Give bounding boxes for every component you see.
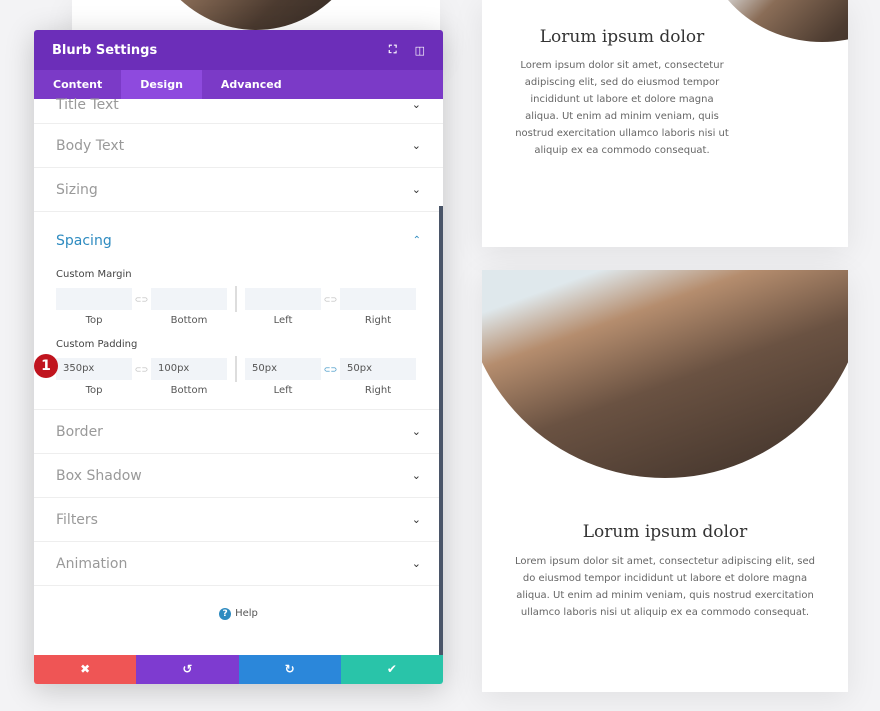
- padding-bottom-input[interactable]: 100px: [151, 358, 227, 380]
- section-filters[interactable]: Filters ⌄: [34, 498, 443, 542]
- section-sizing[interactable]: Sizing ⌄: [34, 168, 443, 212]
- caption: Left: [273, 315, 293, 326]
- margin-bottom-input[interactable]: [151, 288, 227, 310]
- section-box-shadow[interactable]: Box Shadow ⌄: [34, 454, 443, 498]
- blurb-card-bottom: Lorum ipsum dolor Lorem ipsum dolor sit …: [482, 270, 848, 692]
- section-label: Body Text: [56, 137, 125, 154]
- link-icon[interactable]: ⊂⊃: [132, 365, 151, 374]
- chevron-down-icon: ⌄: [411, 469, 421, 482]
- margin-left-input[interactable]: [245, 288, 321, 310]
- scrollbar[interactable]: [439, 206, 443, 656]
- caption: Bottom: [170, 315, 208, 326]
- sidebar-toggle-icon[interactable]: ◫: [415, 44, 425, 57]
- chevron-down-icon: ⌄: [411, 513, 421, 526]
- chevron-down-icon: ⌄: [411, 98, 421, 111]
- panel-title: Blurb Settings: [52, 42, 158, 58]
- tab-advanced[interactable]: Advanced: [202, 70, 301, 99]
- chevron-down-icon: ⌄: [411, 139, 421, 152]
- panel-footer: ✖ ↺ ↻ ✔: [34, 655, 443, 684]
- help-link[interactable]: ? Help: [34, 608, 443, 620]
- padding-left-input[interactable]: 50px: [245, 358, 321, 380]
- section-label: Sizing: [56, 181, 98, 198]
- cancel-button[interactable]: ✖: [34, 655, 137, 684]
- caption: Top: [85, 315, 103, 326]
- section-label: Animation: [56, 555, 128, 572]
- link-active-icon[interactable]: ⊂⊃: [321, 365, 340, 374]
- redo-button[interactable]: ↻: [238, 655, 341, 684]
- link-icon[interactable]: ⊂⊃: [132, 295, 151, 304]
- image-area: [482, 270, 848, 480]
- section-border[interactable]: Border ⌄: [34, 410, 443, 454]
- spacing-header[interactable]: Spacing ⌃: [56, 212, 421, 269]
- tab-design[interactable]: Design: [121, 70, 202, 99]
- blurb-title: Lorum ipsum dolor: [582, 522, 748, 542]
- divider: [235, 356, 237, 382]
- chevron-down-icon: ⌄: [411, 557, 421, 570]
- step-badge: 1: [34, 354, 58, 378]
- panel-header: Blurb Settings ⛶ ◫: [34, 30, 443, 70]
- blurb-body: Lorem ipsum dolor sit amet, consectetur …: [515, 556, 815, 618]
- fullscreen-icon[interactable]: ⛶: [389, 43, 397, 57]
- section-animation[interactable]: Animation ⌄: [34, 542, 443, 586]
- chevron-down-icon: ⌄: [411, 183, 421, 196]
- caption: Bottom: [170, 385, 208, 396]
- section-label: Filters: [56, 511, 98, 528]
- caption: Right: [364, 315, 392, 326]
- chevron-down-icon: ⌄: [411, 425, 421, 438]
- section-label: Spacing: [56, 232, 112, 249]
- help-label: Help: [235, 608, 258, 619]
- section-label: Title Text: [56, 96, 119, 113]
- undo-button[interactable]: ↺: [136, 655, 239, 684]
- blurb-card-top: Lorum ipsum dolor Lorem ipsum dolor sit …: [482, 0, 848, 247]
- caption: Right: [364, 385, 392, 396]
- tab-content[interactable]: Content: [34, 70, 121, 99]
- blurb-body: Lorem ipsum dolor sit amet, consectetur …: [515, 60, 729, 156]
- blurb-title: Lorum ipsum dolor: [539, 27, 705, 47]
- section-body-text[interactable]: Body Text ⌄: [34, 124, 443, 168]
- padding-right-input[interactable]: 50px: [340, 358, 416, 380]
- save-button[interactable]: ✔: [340, 655, 443, 684]
- help-icon: ?: [219, 608, 232, 620]
- custom-margin-label: Custom Margin: [56, 269, 132, 280]
- section-label: Border: [56, 423, 103, 440]
- margin-right-input[interactable]: [340, 288, 416, 310]
- caption: Top: [85, 385, 103, 396]
- chevron-up-icon: ⌃: [412, 235, 421, 246]
- section-spacing: Spacing ⌃ Custom Margin ⊂⊃ ⊂⊃ Top Bottom Le…: [34, 212, 443, 410]
- divider: [235, 286, 237, 312]
- building-image: [482, 270, 848, 478]
- caption: Left: [273, 385, 293, 396]
- blurb-settings-panel: Blurb Settings ⛶ ◫ Content Design Advanc…: [34, 30, 443, 684]
- margin-top-input[interactable]: [56, 288, 132, 310]
- padding-top-input[interactable]: 350px: [56, 358, 132, 380]
- link-icon[interactable]: ⊂⊃: [321, 295, 340, 304]
- building-image: [136, 0, 376, 30]
- section-label: Box Shadow: [56, 467, 142, 484]
- custom-padding-label: Custom Padding: [56, 339, 138, 350]
